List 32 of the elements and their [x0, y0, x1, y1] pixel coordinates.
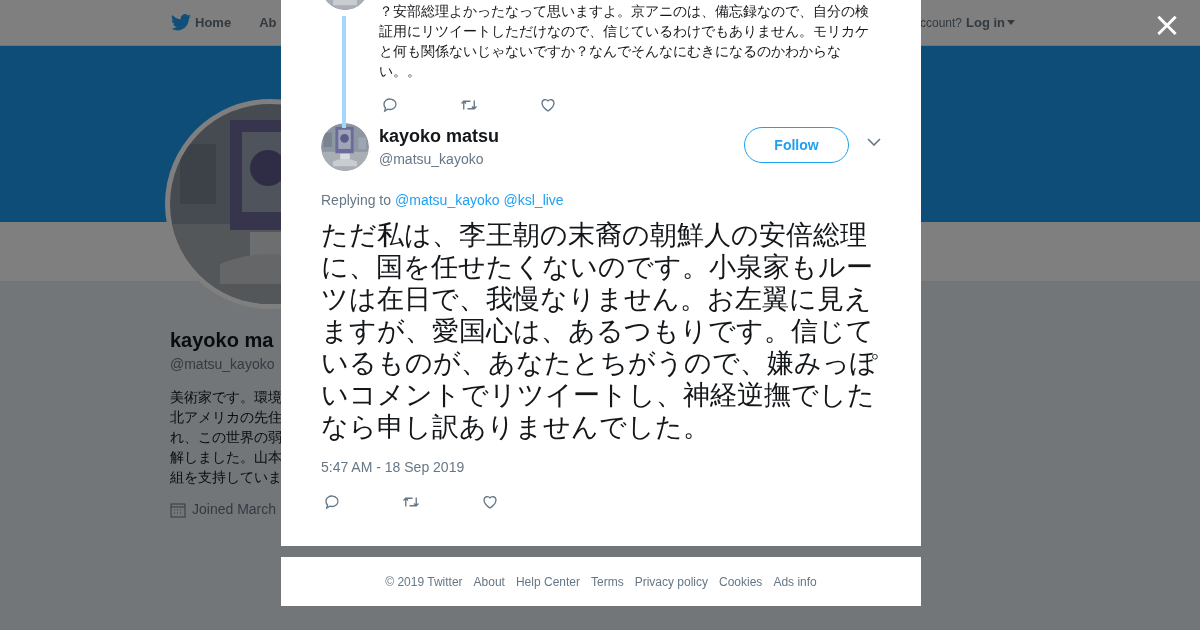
mention-link[interactable]: @ksl_live	[503, 190, 564, 211]
nav-link[interactable]: Ab	[259, 12, 277, 33]
tweet-text: ただ私は、李王朝の末裔の朝鮮人の安倍総理に、国を任せたくないのです。小泉家もルーツは在日で、我慢なりません。お左翼に見えますが、愛国心は、あるつもりです。信じているものが、あなたとちがうので、嫌みっぽいコメントでリツイートし、神経逆撫でしたなら申し訳ありませんでした。	[320, 219, 879, 443]
replying-label: Replying to	[321, 191, 392, 210]
heart-icon[interactable]	[481, 493, 499, 511]
footer-link[interactable]: About	[473, 572, 505, 591]
profile-handle: @matsu_kayoko	[170, 355, 275, 374]
account-prompt: ccount?	[919, 14, 962, 32]
login-link[interactable]: Log in	[966, 12, 1015, 33]
calendar-icon	[170, 501, 186, 518]
reply-icon[interactable]	[381, 96, 399, 114]
footer-link[interactable]: Terms	[591, 572, 624, 591]
heart-icon[interactable]	[539, 96, 557, 114]
reply-icon[interactable]	[323, 493, 341, 511]
close-button[interactable]: ×	[1152, 4, 1182, 44]
footer-link[interactable]: © 2019 Twitter	[385, 572, 463, 591]
joined-date: Joined March	[192, 500, 277, 519]
footer-link[interactable]: Cookies	[719, 572, 763, 591]
author-name: kayoko matsu	[379, 125, 501, 148]
chevron-down-icon[interactable]	[867, 138, 881, 146]
footer-link[interactable]: Help Center	[515, 572, 580, 591]
author-handle: @matsu_kayoko	[379, 150, 485, 169]
bird-icon	[171, 14, 191, 31]
mention-link[interactable]: @matsu_kayoko	[395, 190, 500, 211]
nav-label[interactable]: Home	[195, 12, 232, 33]
profile-name: kayoko ma	[170, 328, 274, 352]
profile-bio: 美術家です。環境 北アメリカの先住 れ、この世界の弱 解しました。山本 組を支持していま	[170, 388, 282, 487]
tweet-timestamp: 5:47 AM - 18 Sep 2019	[320, 458, 466, 477]
caret-icon[interactable]	[1007, 20, 1015, 25]
footer-link[interactable]: Ads info	[773, 572, 817, 591]
parent-tweet-text: ？安部総理よかったなって思いますよ。京アニのは、備忘録なので、自分の検 証用にリツイートしただけなので、信じているわけでもありません。モリカケ と何も関係ないじゃないですか？なんでそんなにむきになるのかわからな い。。	[379, 2, 870, 81]
footer-link[interactable]: Privacy policy	[634, 572, 708, 591]
